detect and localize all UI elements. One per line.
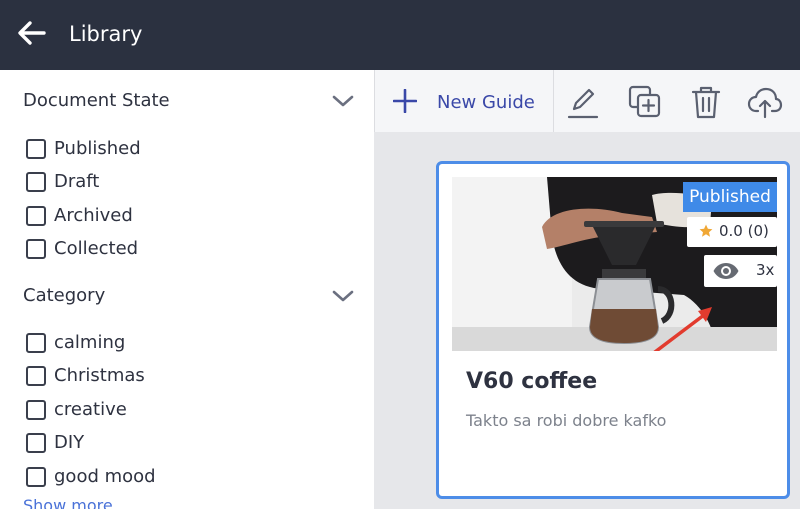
plus-icon bbox=[393, 89, 417, 113]
show-more-link[interactable]: Show more bbox=[23, 496, 113, 509]
upload-cloud-icon[interactable] bbox=[747, 84, 783, 120]
delete-icon[interactable] bbox=[688, 84, 724, 120]
filter-archived[interactable]: Archived bbox=[26, 202, 346, 230]
checkbox[interactable] bbox=[26, 239, 46, 259]
toolbar: New Guide bbox=[374, 70, 800, 132]
guide-title: V60 coffee bbox=[466, 369, 598, 394]
checkbox[interactable] bbox=[26, 206, 46, 226]
document-state-title: Document State bbox=[23, 90, 170, 111]
toolbar-divider bbox=[553, 70, 554, 132]
main-content: New Guide Published 0.0 (0) 3x V60 coffe… bbox=[374, 70, 800, 509]
category-header[interactable]: Category bbox=[23, 282, 363, 312]
edit-icon[interactable] bbox=[565, 84, 601, 120]
guide-description: Takto sa robi dobre kafko bbox=[466, 411, 667, 430]
star-icon bbox=[699, 224, 713, 237]
filter-good-mood[interactable]: good mood bbox=[26, 463, 346, 491]
filter-collected[interactable]: Collected bbox=[26, 235, 346, 263]
chevron-down-icon bbox=[332, 95, 354, 107]
checkbox[interactable] bbox=[26, 400, 46, 420]
status-badge: Published bbox=[683, 182, 777, 212]
filter-creative[interactable]: creative bbox=[26, 396, 346, 424]
duplicate-icon[interactable] bbox=[627, 84, 663, 120]
guide-card[interactable]: Published 0.0 (0) 3x V60 coffee Takto sa… bbox=[436, 161, 790, 499]
rating-badge: 0.0 (0) bbox=[687, 217, 777, 247]
eye-icon bbox=[713, 263, 739, 279]
checkbox[interactable] bbox=[26, 366, 46, 386]
filter-calming[interactable]: calming bbox=[26, 329, 346, 357]
checkbox[interactable] bbox=[26, 172, 46, 192]
views-badge: 3x bbox=[704, 255, 777, 287]
filter-diy[interactable]: DIY bbox=[26, 429, 346, 457]
rating-value: 0.0 (0) bbox=[719, 222, 769, 240]
checkbox[interactable] bbox=[26, 139, 46, 159]
checkbox[interactable] bbox=[26, 467, 46, 487]
chevron-down-icon bbox=[332, 290, 354, 302]
checkbox[interactable] bbox=[26, 433, 46, 453]
category-title: Category bbox=[23, 285, 106, 306]
back-button[interactable] bbox=[16, 19, 48, 47]
new-guide-button[interactable]: New Guide bbox=[389, 84, 554, 118]
top-bar: Library bbox=[0, 0, 800, 70]
filter-draft[interactable]: Draft bbox=[26, 168, 346, 196]
filter-christmas[interactable]: Christmas bbox=[26, 362, 346, 390]
checkbox[interactable] bbox=[26, 333, 46, 353]
new-guide-label: New Guide bbox=[437, 92, 535, 113]
filter-published[interactable]: Published bbox=[26, 135, 346, 163]
page-title: Library bbox=[69, 22, 143, 46]
filter-sidebar: Document State Published Draft Archived … bbox=[0, 70, 374, 509]
views-count: 3x bbox=[756, 261, 775, 279]
arrow-left-icon bbox=[18, 21, 46, 45]
document-state-header[interactable]: Document State bbox=[23, 87, 363, 117]
